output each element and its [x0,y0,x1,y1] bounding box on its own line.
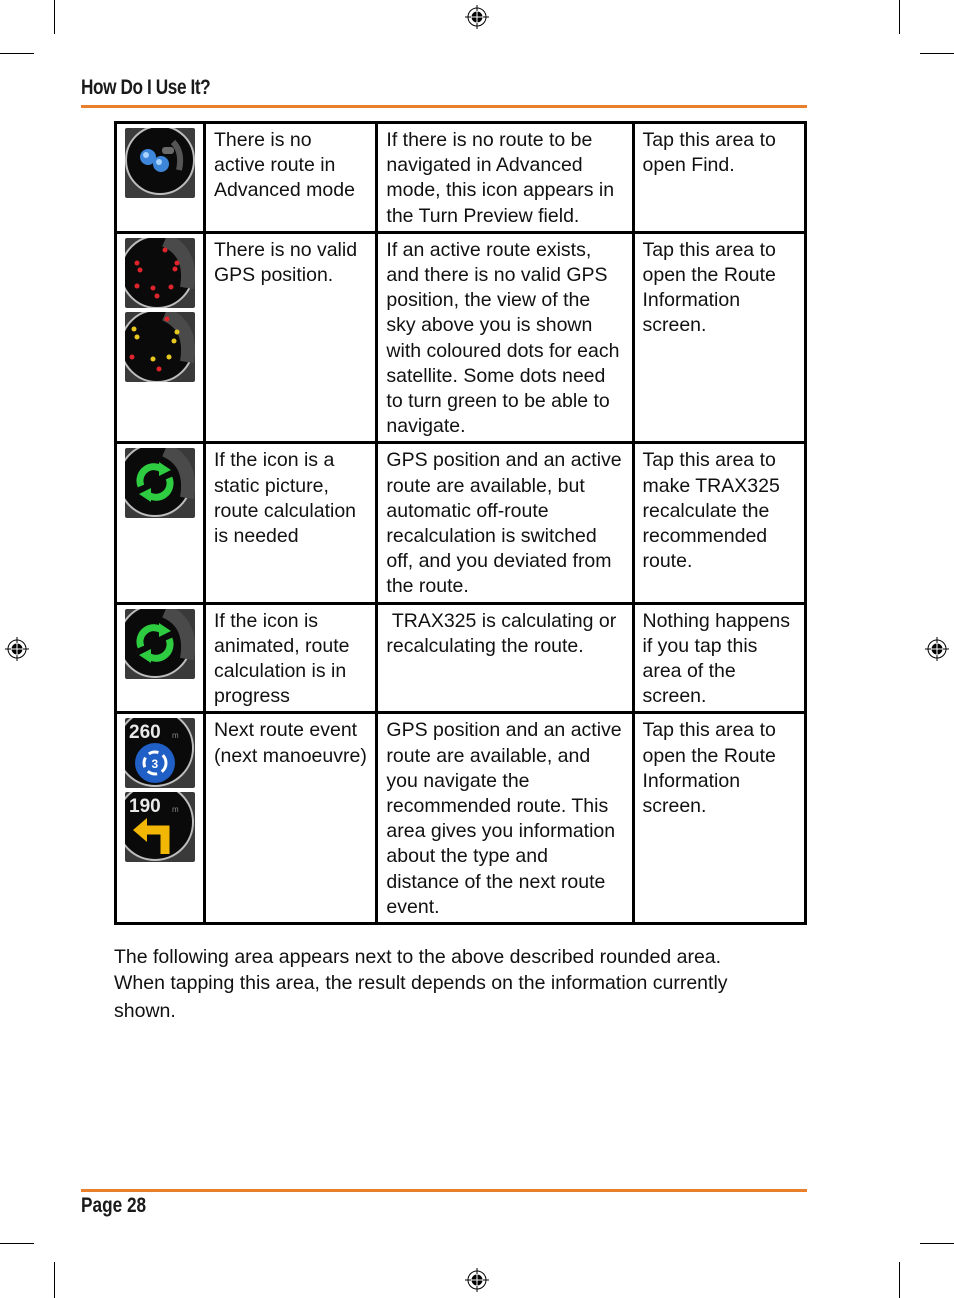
table-row: If the icon is a static picture, route c… [114,441,807,605]
crop-mark [54,1262,55,1298]
roundabout-exit-icon: 260 m 3 [125,718,195,789]
crop-mark [899,0,900,34]
turn-unit: m [172,805,179,814]
satellite-sky-red-icon [125,237,195,308]
action-cell: Tap this area to open the Route Informat… [631,711,807,926]
action-cell: Tap this area to open Find. [631,121,807,234]
footer-rule [81,1189,807,1192]
condition-cell: Next route event (next manoeuvre) [202,711,379,926]
roundabout-exit-number: 3 [152,757,159,771]
binoculars-icon [125,128,195,198]
roundabout-unit: m [172,731,179,740]
description-cell: TRAX325 is calculating or recalculating … [375,601,635,715]
table-row: 260 m 3 190 m Next route event (next man… [114,711,807,926]
registration-mark-icon [465,5,489,29]
registration-mark-icon [465,1268,489,1292]
condition-cell: There is no valid GPS position. [202,230,379,445]
description-cell: If there is no route to be navigated in … [375,121,635,234]
description-cell: If an active route exists, and there is … [375,230,635,445]
crop-mark [0,1243,34,1244]
action-cell: Tap this area to make TRAX325 recalculat… [631,441,807,605]
icon-cell [114,441,206,605]
description-cell: GPS position and an active route are ava… [375,441,635,605]
registration-mark-icon [5,637,29,661]
condition-cell: If the icon is a static picture, route c… [202,441,379,605]
icon-cell: 260 m 3 190 m [114,711,206,926]
crop-mark [54,0,55,34]
crop-mark [920,53,954,54]
body-paragraph: The following area appears next to the a… [114,944,814,1024]
condition-cell: If the icon is animated, route calculati… [202,601,379,715]
page-header-title: How Do I Use It? [81,76,211,99]
registration-mark-icon [925,637,949,661]
table-row: There is no active route in Advanced mod… [114,121,807,234]
paragraph-line: The following area appears next to the a… [114,946,722,968]
action-cell: Tap this area to open the Route Informat… [631,230,807,445]
table-row: If the icon is animated, route calculati… [114,601,807,715]
table-row: There is no valid GPS position. If an ac… [114,230,807,445]
recalculating-animated-icon [125,608,195,679]
icon-cell [114,121,206,234]
paragraph-line: shown. [114,1000,176,1022]
description-cell: GPS position and an active route are ava… [375,711,635,926]
condition-cell: There is no active route in Advanced mod… [202,121,379,234]
satellite-sky-yellow-icon [125,311,195,382]
roundabout-distance: 260 [129,722,161,743]
recalculate-icon [125,448,195,519]
crop-mark [920,1243,954,1244]
icon-cell [114,601,206,715]
paragraph-line: When tapping this area, the result depen… [114,972,728,994]
action-cell: Nothing happens if you tap this area of … [631,601,807,715]
icon-cell [114,230,206,445]
page-number: Page 28 [81,1194,147,1217]
crop-mark [899,1262,900,1298]
turn-distance: 190 [129,796,161,817]
turn-left-icon: 190 m [125,792,195,863]
header-rule [81,105,807,108]
turn-preview-table: There is no active route in Advanced mod… [114,121,807,926]
crop-mark [0,53,34,54]
